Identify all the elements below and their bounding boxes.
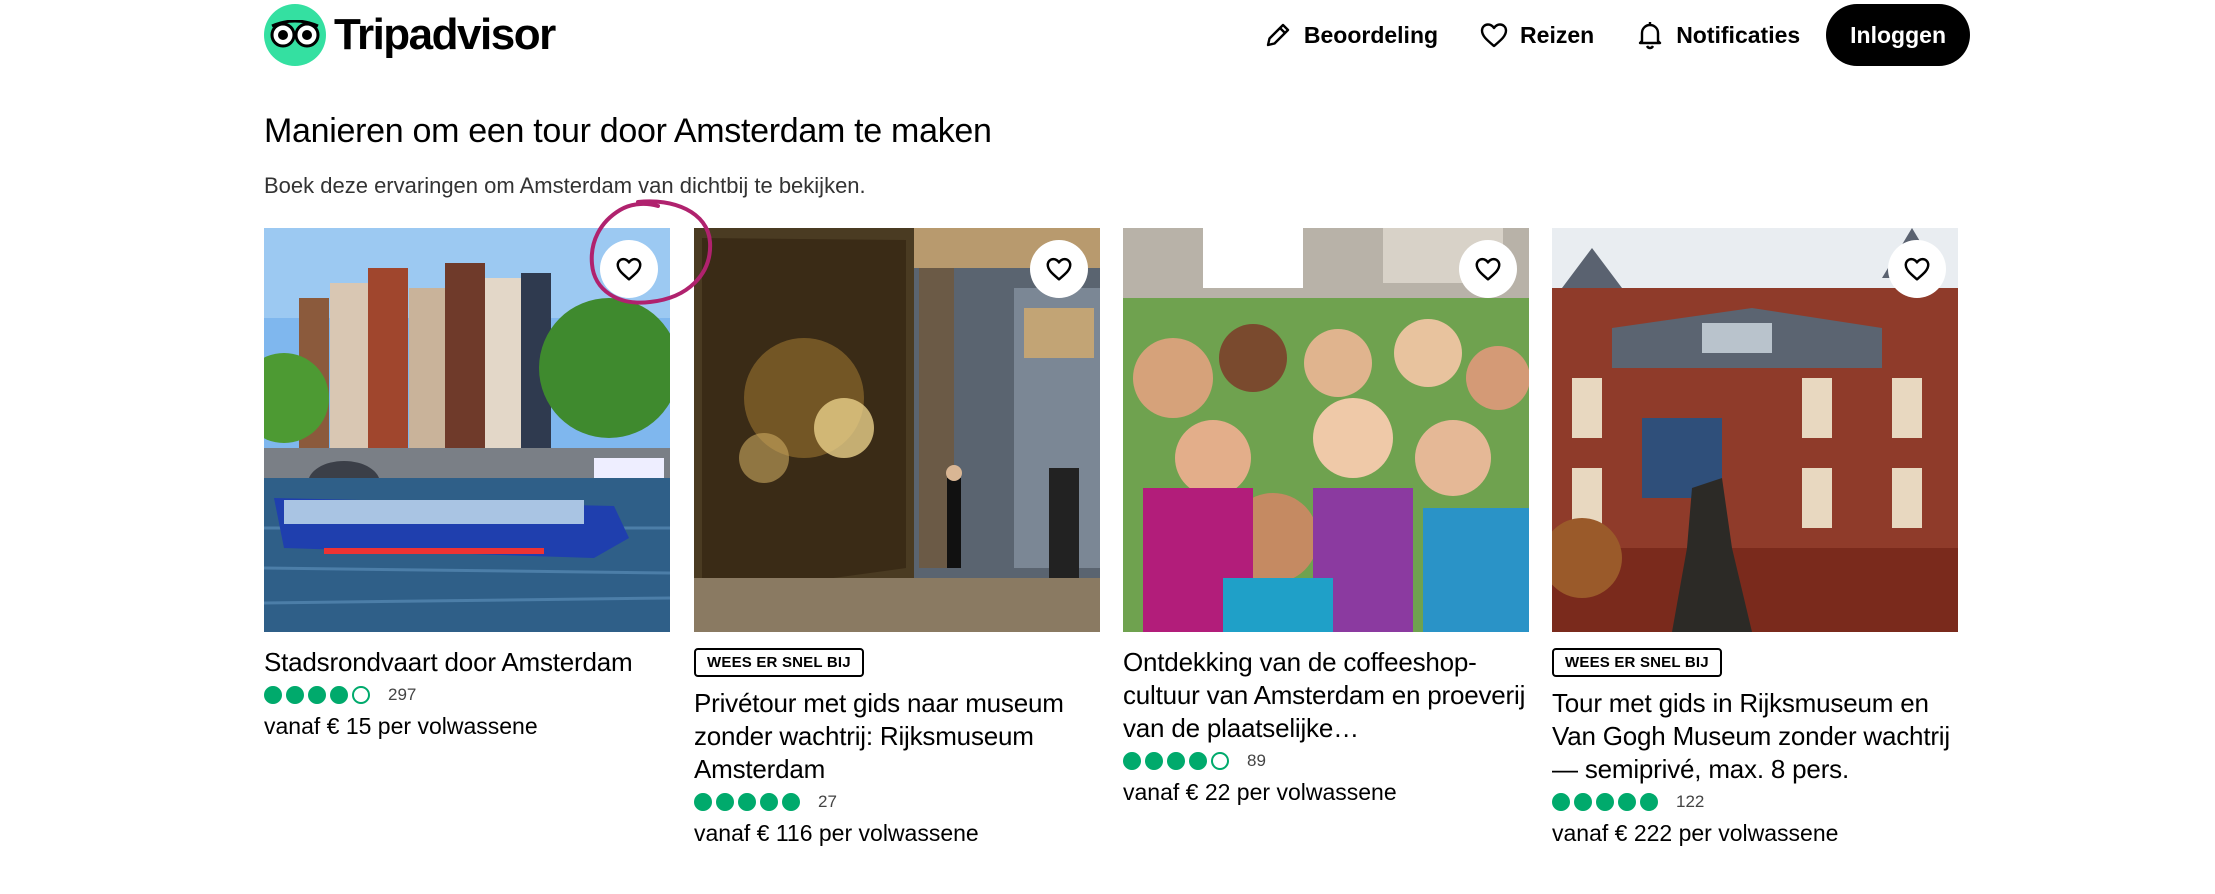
- heart-icon: [616, 257, 642, 281]
- rating-bubble-icon: [1596, 793, 1614, 811]
- price: vanaf € 116 per volwassene: [694, 820, 979, 846]
- rating-bubble-icon: [694, 793, 712, 811]
- card-image[interactable]: [1123, 228, 1529, 632]
- rating-bubbles: 122: [1552, 792, 1958, 812]
- review-count: 89: [1247, 751, 1266, 770]
- review-count: 297: [388, 685, 417, 704]
- nav-trips-label: Reizen: [1520, 21, 1595, 48]
- card-image[interactable]: [694, 228, 1100, 632]
- section-subtitle: Boek deze ervaringen om Amsterdam van di…: [264, 173, 866, 198]
- top-nav: Beoordeling Reizen Notificaties Inloggen: [1262, 4, 1970, 66]
- rating-bubbles: 89: [1123, 751, 1529, 771]
- tour-card-canal-cruise[interactable]: Stadsrondvaart door Amsterdam 297 vanaf …: [264, 228, 670, 740]
- nav-review-label: Beoordeling: [1303, 21, 1439, 48]
- section-title: Manieren om een tour door Amsterdam te m…: [264, 112, 992, 150]
- nav-review[interactable]: Beoordeling: [1262, 19, 1438, 51]
- heart-icon: [1046, 257, 1072, 281]
- review-count: 122: [1676, 792, 1705, 811]
- save-to-trip-button[interactable]: [1030, 240, 1088, 298]
- rating-bubble-icon: [716, 793, 734, 811]
- rating-bubble-icon: [1552, 793, 1570, 811]
- bell-icon: [1638, 22, 1662, 50]
- logo-text: Tripadvisor: [334, 10, 556, 59]
- rating-bubble-empty-icon: [1211, 752, 1229, 770]
- card-title[interactable]: Privétour met gids naar museum zonder wa…: [694, 687, 1100, 786]
- card-image[interactable]: [264, 228, 670, 632]
- login-button[interactable]: Inloggen: [1826, 4, 1970, 66]
- tour-card-rijksmuseum-vangogh[interactable]: WEES ER SNEL BIJ Tour met gids in Rijksm…: [1552, 228, 1958, 847]
- rating-bubble-icon: [1640, 793, 1658, 811]
- save-to-trip-button[interactable]: [1888, 240, 1946, 298]
- rating-bubble-icon: [308, 686, 326, 704]
- rating-bubble-icon: [1618, 793, 1636, 811]
- header: Tripadvisor Beoordeling Reizen Notificat…: [0, 0, 2215, 72]
- rating-bubble-icon: [738, 793, 756, 811]
- nav-notifications[interactable]: Notificaties: [1634, 19, 1800, 51]
- rating-bubbles: 297: [264, 685, 670, 705]
- review-count: 27: [818, 792, 837, 811]
- tripadvisor-logo[interactable]: Tripadvisor: [264, 4, 556, 66]
- card-title[interactable]: Stadsrondvaart door Amsterdam: [264, 646, 670, 679]
- urgency-badge: WEES ER SNEL BIJ: [694, 648, 864, 677]
- rating-bubble-icon: [286, 686, 304, 704]
- price: vanaf € 222 per volwassene: [1552, 820, 1839, 846]
- rating-bubble-icon: [1189, 752, 1207, 770]
- price: vanaf € 22 per volwassene: [1123, 779, 1397, 805]
- tour-cards: Stadsrondvaart door Amsterdam 297 vanaf …: [264, 228, 1958, 868]
- rating-bubble-empty-icon: [352, 686, 370, 704]
- rating-bubble-icon: [1145, 752, 1163, 770]
- heart-icon: [1480, 23, 1508, 48]
- rating-bubble-icon: [1167, 752, 1185, 770]
- card-title[interactable]: Tour met gids in Rijksmuseum en Van Gogh…: [1552, 687, 1958, 786]
- heart-icon: [1904, 257, 1930, 281]
- save-to-trip-button[interactable]: [1459, 240, 1517, 298]
- rating-bubble-icon: [1574, 793, 1592, 811]
- price: vanaf € 15 per volwassene: [264, 713, 538, 739]
- nav-trips[interactable]: Reizen: [1478, 19, 1594, 51]
- urgency-badge: WEES ER SNEL BIJ: [1552, 648, 1722, 677]
- rating-bubble-icon: [760, 793, 778, 811]
- rating-bubbles: 27: [694, 792, 1100, 812]
- rating-bubble-icon: [264, 686, 282, 704]
- pencil-icon: [1266, 23, 1290, 47]
- heart-icon: [1475, 257, 1501, 281]
- rating-bubble-icon: [1123, 752, 1141, 770]
- tour-card-coffeeshop[interactable]: Ontdekking van de coffeeshop-cultuur van…: [1123, 228, 1529, 806]
- nav-notifications-label: Notificaties: [1676, 21, 1801, 48]
- card-image[interactable]: [1552, 228, 1958, 632]
- owl-logo-icon: [264, 4, 326, 66]
- rating-bubble-icon: [782, 793, 800, 811]
- rating-bubble-icon: [330, 686, 348, 704]
- tour-card-rijksmuseum-private[interactable]: WEES ER SNEL BIJ Privétour met gids naar…: [694, 228, 1100, 847]
- card-title[interactable]: Ontdekking van de coffeeshop-cultuur van…: [1123, 646, 1529, 745]
- save-to-trip-button[interactable]: [600, 240, 658, 298]
